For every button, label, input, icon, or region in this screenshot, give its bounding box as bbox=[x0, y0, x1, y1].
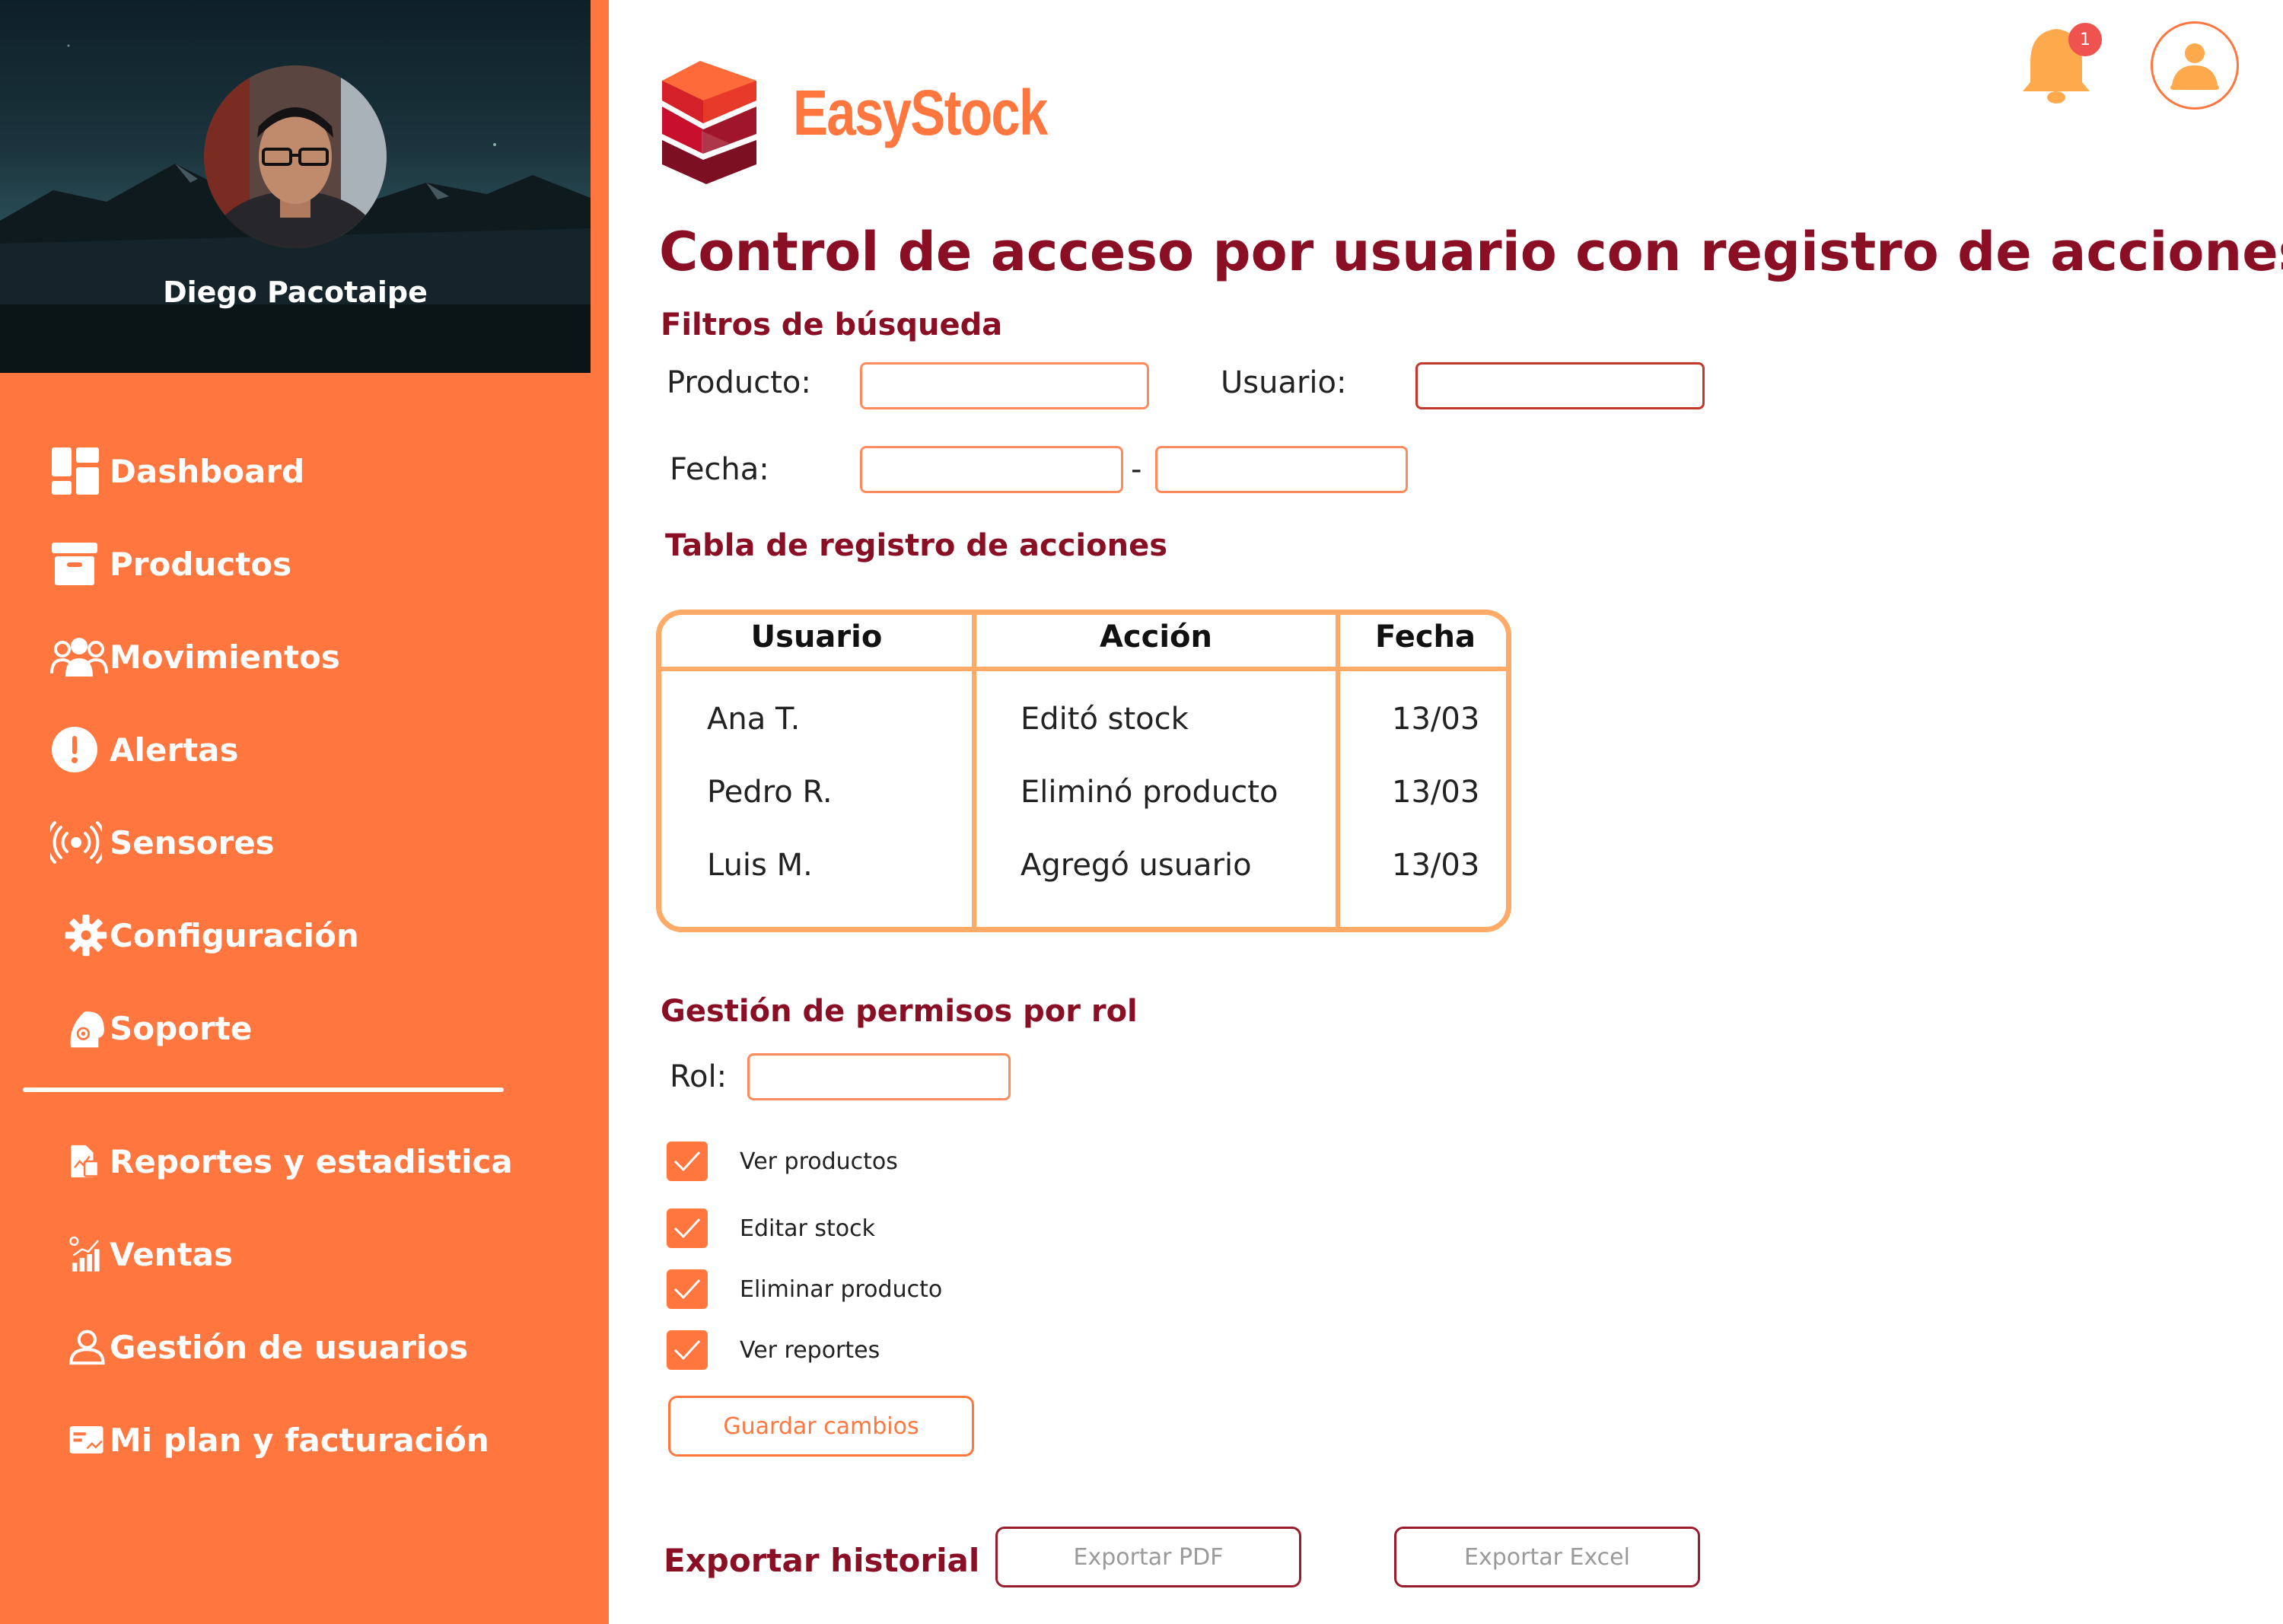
sidebar-item-label: Productos bbox=[110, 545, 292, 583]
cube-logo-icon bbox=[662, 61, 756, 184]
check-icon bbox=[673, 1339, 701, 1361]
user-manage-icon bbox=[50, 1320, 108, 1374]
page-title: Control de acceso por usuario con regist… bbox=[659, 221, 2283, 283]
role-label: Rol: bbox=[670, 1059, 728, 1094]
check-icon bbox=[673, 1279, 701, 1300]
permission-label: Ver productos bbox=[740, 1148, 898, 1175]
checkbox-checked[interactable] bbox=[667, 1142, 708, 1181]
notification-badge: 1 bbox=[2068, 23, 2102, 56]
sales-chart-icon bbox=[50, 1228, 108, 1281]
sidebar: Diego Pacotaipe Dashboard Productos Movi… bbox=[0, 0, 609, 1624]
sidebar-item-configuracion[interactable]: Configuración bbox=[50, 909, 359, 962]
role-input[interactable] bbox=[747, 1053, 1011, 1100]
permission-label: Editar stock bbox=[740, 1215, 875, 1242]
user-filter-input[interactable] bbox=[1415, 362, 1705, 409]
table-cell-action: Editó stock bbox=[1021, 702, 1189, 737]
archive-box-icon bbox=[50, 537, 108, 591]
table-cell-action: Agregó usuario bbox=[1021, 848, 1252, 883]
permission-label: Ver reportes bbox=[740, 1336, 880, 1364]
sidebar-item-reportes[interactable]: Reportes y estadistica bbox=[50, 1135, 513, 1188]
table-header-divider bbox=[661, 667, 1506, 671]
brand-name: EasyStock bbox=[793, 77, 1048, 148]
permission-label: Eliminar producto bbox=[740, 1275, 943, 1303]
sidebar-item-soporte[interactable]: Soporte bbox=[50, 1001, 252, 1055]
sidebar-item-sensores[interactable]: Sensores bbox=[50, 816, 275, 869]
sidebar-item-label: Mi plan y facturación bbox=[110, 1421, 489, 1459]
table-cell-user: Ana T. bbox=[707, 702, 801, 737]
table-cell-date: 13/03 bbox=[1392, 775, 1480, 810]
column-header-fecha: Fecha bbox=[1374, 619, 1476, 654]
sidebar-item-label: Reportes y estadistica bbox=[110, 1142, 513, 1180]
table-cell-date: 13/03 bbox=[1392, 848, 1480, 883]
support-headset-icon bbox=[50, 1001, 108, 1055]
sensor-waves-icon bbox=[50, 816, 108, 869]
dashboard-icon bbox=[50, 444, 108, 498]
check-icon bbox=[673, 1218, 701, 1239]
sidebar-divider bbox=[23, 1087, 504, 1092]
user-filter-label: Usuario: bbox=[1221, 365, 1347, 400]
sidebar-item-dashboard[interactable]: Dashboard bbox=[50, 444, 304, 498]
user-icon bbox=[2170, 43, 2219, 90]
sidebar-item-gestion-usuarios[interactable]: Gestión de usuarios bbox=[50, 1320, 468, 1374]
save-changes-button[interactable]: Guardar cambios bbox=[668, 1396, 974, 1457]
product-filter-label: Producto: bbox=[667, 365, 811, 400]
profile-name: Diego Pacotaipe bbox=[163, 275, 428, 309]
table-cell-user: Pedro R. bbox=[707, 775, 833, 810]
billing-card-icon bbox=[50, 1413, 108, 1466]
export-pdf-button[interactable]: Exportar PDF bbox=[995, 1527, 1301, 1587]
sidebar-item-label: Ventas bbox=[110, 1235, 234, 1273]
checkbox-checked[interactable] bbox=[667, 1269, 708, 1309]
check-icon bbox=[673, 1151, 701, 1172]
checkbox-checked[interactable] bbox=[667, 1208, 708, 1248]
sidebar-item-label: Soporte bbox=[110, 1009, 253, 1047]
date-range-separator: - bbox=[1131, 452, 1142, 487]
sidebar-item-label: Sensores bbox=[110, 823, 275, 861]
table-cell-user: Luis M. bbox=[707, 848, 813, 883]
profile-avatar[interactable] bbox=[204, 65, 387, 248]
report-file-icon bbox=[50, 1135, 108, 1188]
sidebar-item-productos[interactable]: Productos bbox=[50, 537, 291, 591]
user-menu-avatar[interactable] bbox=[2151, 21, 2239, 110]
permission-ver-reportes[interactable]: Ver reportes bbox=[667, 1329, 880, 1371]
column-header-accion: Acción bbox=[1099, 619, 1213, 654]
filters-title: Filtros de búsqueda bbox=[661, 307, 1003, 342]
column-header-usuario: Usuario bbox=[750, 619, 883, 654]
sidebar-item-label: Movimientos bbox=[110, 638, 340, 676]
date-filter-label: Fecha: bbox=[670, 452, 769, 487]
table-cell-action: Eliminó producto bbox=[1021, 775, 1278, 810]
sidebar-item-label: Alertas bbox=[110, 731, 239, 769]
export-title: Exportar historial bbox=[664, 1542, 980, 1579]
sidebar-item-movimientos[interactable]: Movimientos bbox=[50, 630, 340, 683]
profile-header: Diego Pacotaipe bbox=[0, 0, 591, 373]
users-group-icon bbox=[50, 630, 108, 683]
sidebar-item-label: Configuración bbox=[110, 916, 359, 954]
sidebar-item-label: Gestión de usuarios bbox=[110, 1328, 469, 1366]
permissions-title: Gestión de permisos por rol bbox=[661, 994, 1138, 1029]
permission-eliminar-producto[interactable]: Eliminar producto bbox=[667, 1268, 942, 1310]
table-cell-date: 13/03 bbox=[1392, 702, 1480, 737]
log-table-title: Tabla de registro de acciones bbox=[665, 528, 1168, 563]
date-to-input[interactable] bbox=[1155, 446, 1408, 493]
sidebar-item-alertas[interactable]: Alertas bbox=[50, 723, 239, 776]
sidebar-item-ventas[interactable]: Ventas bbox=[50, 1228, 233, 1281]
permission-ver-productos[interactable]: Ver productos bbox=[667, 1140, 898, 1183]
date-from-input[interactable] bbox=[860, 446, 1123, 493]
sidebar-item-mi-plan[interactable]: Mi plan y facturación bbox=[50, 1413, 489, 1466]
permission-editar-stock[interactable]: Editar stock bbox=[667, 1207, 875, 1250]
gear-icon bbox=[50, 909, 108, 962]
alert-icon bbox=[50, 723, 108, 776]
sidebar-item-label: Dashboard bbox=[110, 452, 305, 490]
checkbox-checked[interactable] bbox=[667, 1330, 708, 1370]
action-log-table: Usuario Acción Fecha Ana T. Editó stock … bbox=[656, 610, 1511, 932]
product-filter-input[interactable] bbox=[860, 362, 1149, 409]
export-excel-button[interactable]: Exportar Excel bbox=[1394, 1527, 1700, 1587]
